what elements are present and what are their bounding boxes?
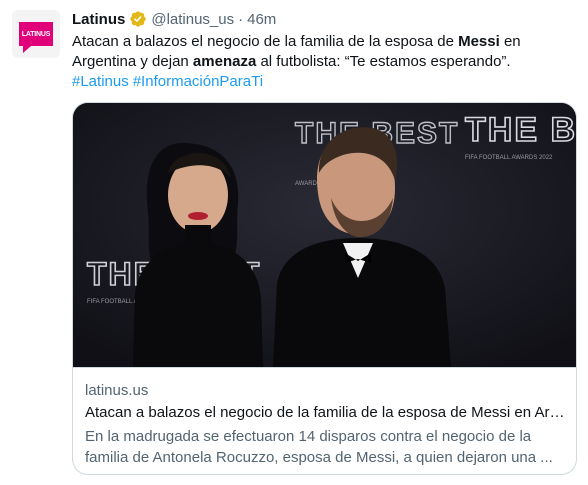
account-handle[interactable]: @latinus_us (151, 11, 234, 28)
card-photo: THE BEST THE BEST THE BEST FIFA FOOTBALL… (73, 103, 577, 367)
avatar-logo-text: LATINUS (21, 30, 51, 38)
tweet-text-bold: Messi (458, 33, 500, 50)
card-description: En la madrugada se efectuaron 14 disparo… (85, 428, 553, 466)
tweet[interactable]: LATINUS Latinus @latinus_us · 46m Atacan… (0, 0, 588, 485)
hashtag-link[interactable]: #InformaciónParaTi (133, 73, 263, 90)
tweet-text: Atacan a balazos el negocio de la famili… (72, 32, 572, 72)
tweet-text-bold: amenaza (192, 53, 257, 70)
tweet-text-segment: al futbolista: “Te estamos esperando”. (256, 53, 511, 70)
backdrop-subtitle: FIFA FOOTBALL AWARDS 2022 (465, 155, 553, 161)
tweet-header: Latinus @latinus_us · 46m (72, 9, 276, 29)
latinus-logo: LATINUS (19, 22, 53, 53)
header-separator: · (238, 10, 244, 28)
verified-badge-icon (129, 10, 147, 28)
avatar[interactable]: LATINUS (12, 10, 60, 58)
card-title[interactable]: Atacan a balazos el negocio de la famili… (85, 404, 571, 421)
tweet-text-segment: Atacan a balazos el negocio de la famili… (72, 33, 459, 50)
backdrop-logo: THE BEST (465, 111, 577, 149)
hashtag-link[interactable]: #Latinus (72, 73, 129, 90)
card-body[interactable]: latinus.us Atacan a balazos el negocio d… (73, 367, 576, 474)
card-domain: latinus.us (85, 382, 149, 399)
hashtags: #Latinus #InformaciónParaTi (72, 72, 267, 92)
tweet-timestamp[interactable]: 46m (247, 11, 276, 28)
link-preview-card[interactable]: THE BEST THE BEST THE BEST FIFA FOOTBALL… (72, 102, 577, 475)
display-name[interactable]: Latinus (72, 11, 125, 28)
card-image[interactable]: THE BEST THE BEST THE BEST FIFA FOOTBALL… (73, 103, 577, 367)
